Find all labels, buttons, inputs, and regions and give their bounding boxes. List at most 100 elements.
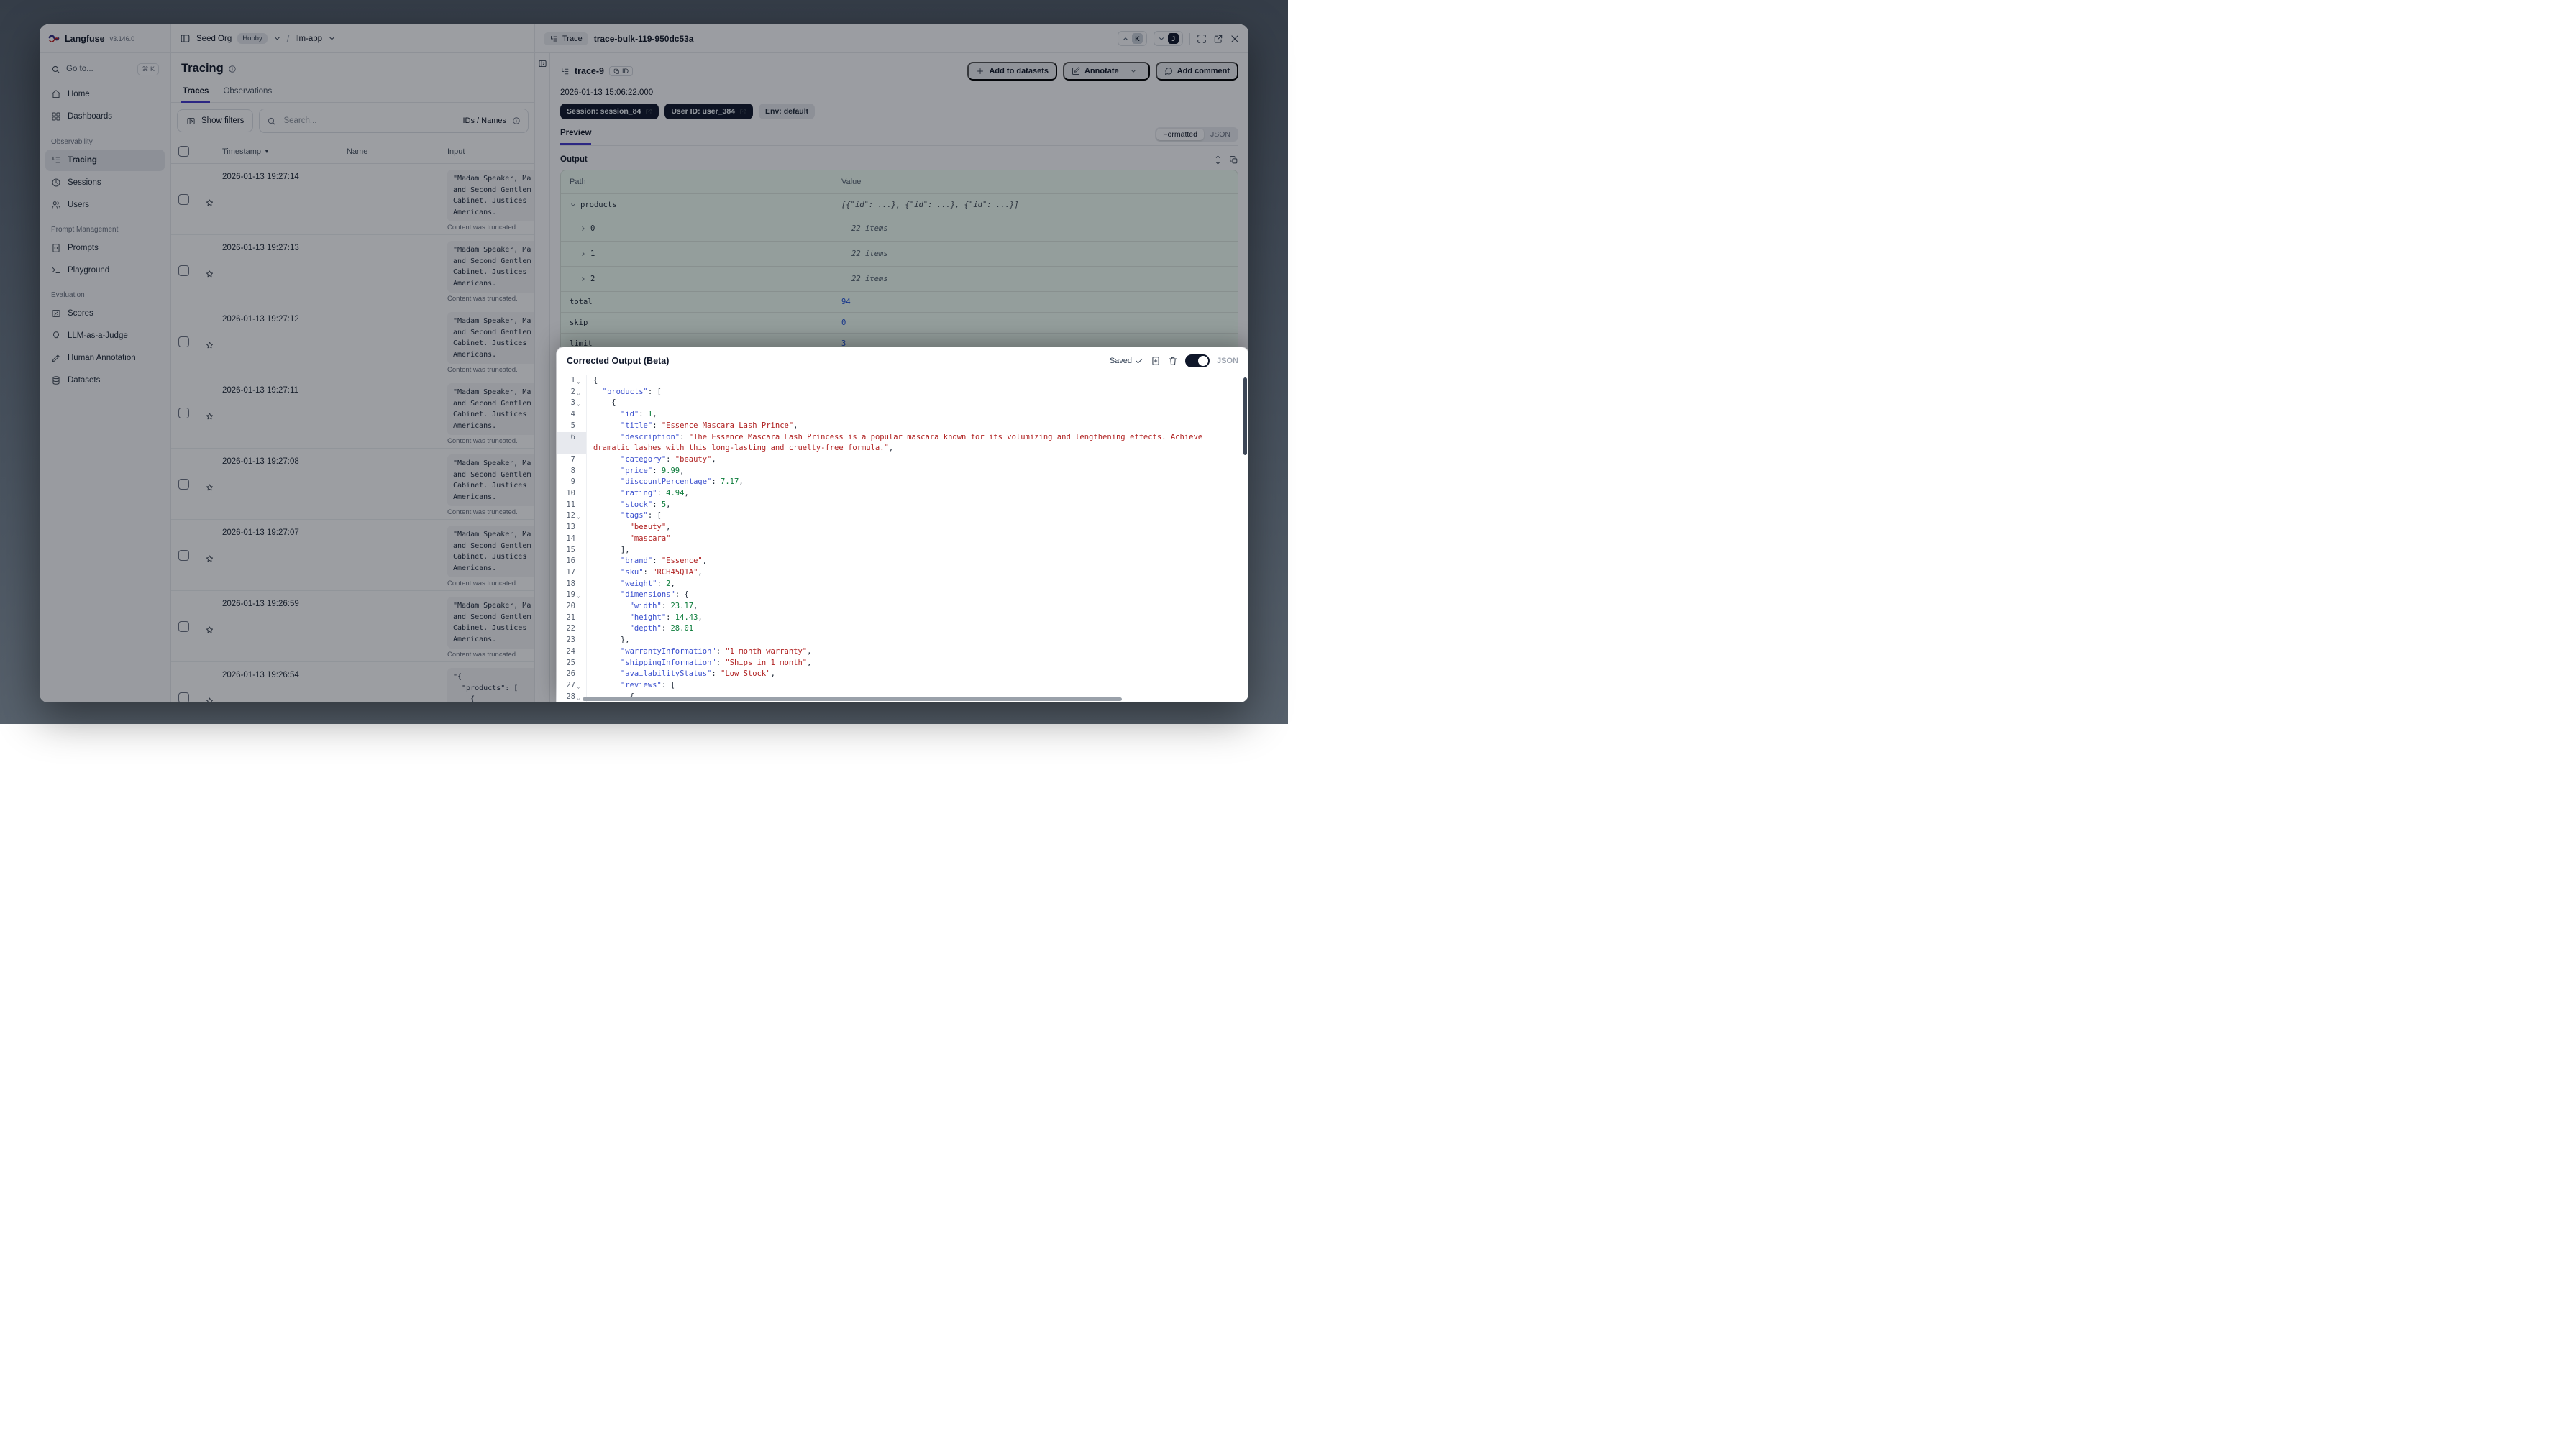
line-number: 1 <box>570 376 575 385</box>
token-k: "availabilityStatus" <box>620 669 712 679</box>
token-p: { <box>611 398 616 408</box>
line-number: 8 <box>570 466 575 475</box>
token-n: 14.43 <box>675 613 698 622</box>
token-k: "tags" <box>620 511 648 521</box>
token-p: : <box>661 602 671 611</box>
line-gutter: 19 ⌄ <box>557 590 587 602</box>
token-p: , <box>807 646 812 656</box>
line-gutter: 10 <box>557 488 587 500</box>
token-n: 9.99 <box>661 466 680 475</box>
line-number: 18 <box>566 579 575 588</box>
trash-icon[interactable] <box>1168 356 1178 366</box>
code-line: 20 "width": 23.17, <box>557 601 1248 613</box>
line-gutter: 14 <box>557 533 587 545</box>
code-line: 14 "mascara" <box>557 533 1248 545</box>
line-gutter: 9 <box>557 477 587 489</box>
line-number: 25 <box>566 658 575 667</box>
code-line: 23}, <box>557 635 1248 646</box>
token-k: "discountPercentage" <box>620 477 712 487</box>
code-line-content: "depth": 28.01 <box>587 623 1248 635</box>
code-line-content: "mascara" <box>587 533 1248 545</box>
line-number: 15 <box>566 545 575 554</box>
line-gutter: 13 <box>557 522 587 533</box>
token-p: : <box>639 410 648 419</box>
code-line-content: "availabilityStatus": "Low Stock", <box>587 669 1248 680</box>
token-k: "depth" <box>629 624 662 633</box>
line-gutter: 28 ⌄ <box>557 691 587 702</box>
code-line-content: "warrantyInformation": "1 month warranty… <box>587 646 1248 658</box>
fold-chevron-icon[interactable]: ⌄ <box>577 692 583 702</box>
fold-chevron-icon[interactable]: ⌄ <box>577 398 583 410</box>
token-p: : <box>657 489 667 498</box>
token-n: 28.01 <box>670 624 694 633</box>
code-line-content: "shippingInformation": "Ships in 1 month… <box>587 658 1248 669</box>
token-p: : <box>711 477 721 487</box>
token-p: , <box>711 454 716 464</box>
token-p: : <box>716 658 726 667</box>
desktop-background: Langfuse v3.146.0 Go to... ⌘ K Home Dashb… <box>0 0 1288 724</box>
token-s: "beauty" <box>629 523 667 532</box>
token-n: 7.17 <box>721 477 739 487</box>
check-icon <box>1135 357 1143 365</box>
token-p: , <box>807 658 812 667</box>
token-p: , <box>793 421 798 430</box>
code-line: 21 "height": 14.43, <box>557 612 1248 624</box>
token-k: "title" <box>620 421 653 430</box>
token-k: "brand" <box>620 556 653 566</box>
code-line-content: "description": "The Essence Mascara Lash… <box>587 432 1248 454</box>
code-line: 2 ⌄ "products": [ <box>557 386 1248 399</box>
fold-chevron-icon[interactable]: ⌄ <box>577 376 583 388</box>
code-line: 11 "stock": 5, <box>557 499 1248 511</box>
token-s: "beauty" <box>675 454 712 464</box>
line-gutter: 7 <box>557 454 587 466</box>
token-p: , <box>666 523 671 532</box>
code-line-content: "title": "Essence Mascara Lash Prince", <box>587 421 1248 432</box>
code-line: 1 ⌄ { <box>557 375 1248 387</box>
fold-chevron-icon[interactable]: ⌄ <box>577 388 583 399</box>
line-gutter: 26 <box>557 669 587 680</box>
code-line-content: "height": 14.43, <box>587 613 1248 624</box>
line-gutter: 11 <box>557 499 587 511</box>
token-k: "reviews" <box>620 680 662 689</box>
code-line: 18 "weight": 2, <box>557 578 1248 590</box>
corrected-output-header: Corrected Output (Beta) Saved JSON <box>557 347 1248 375</box>
token-p: : <box>643 567 653 577</box>
token-k: "price" <box>620 466 653 475</box>
code-line: 5 "title": "Essence Mascara Lash Prince", <box>557 420 1248 432</box>
json-toggle[interactable] <box>1185 354 1210 367</box>
line-gutter: 1 ⌄ <box>557 375 587 387</box>
token-p: : [ <box>647 387 662 396</box>
code-line-content: "tags": [ <box>587 510 1248 522</box>
code-line: 17 "sku": "RCH45Q1A", <box>557 567 1248 579</box>
token-s: "Low Stock" <box>721 669 771 679</box>
line-number: 3 <box>570 398 575 408</box>
fold-chevron-icon[interactable]: ⌄ <box>577 511 583 523</box>
token-p: }, <box>620 636 630 645</box>
token-p: : <box>666 613 675 622</box>
editor-vertical-scrollbar[interactable] <box>1243 377 1247 455</box>
line-gutter: 24 <box>557 646 587 658</box>
code-line-content: "price": 9.99, <box>587 466 1248 477</box>
line-number: 6 <box>570 432 575 441</box>
token-p: , <box>652 410 657 419</box>
token-p: : [ <box>647 511 662 521</box>
line-number: 23 <box>566 636 575 645</box>
fold-chevron-icon[interactable]: ⌄ <box>577 681 583 692</box>
line-number: 13 <box>566 523 575 532</box>
json-code-editor[interactable]: 1 ⌄{2 ⌄ "products": [3 ⌄{4 "id": 1, 5 "title": … <box>557 375 1248 702</box>
line-number: 24 <box>566 646 575 656</box>
file-plus-icon[interactable] <box>1151 356 1161 366</box>
line-number: 7 <box>570 454 575 464</box>
editor-horizontal-scrollbar[interactable] <box>583 697 1123 701</box>
line-gutter: 22 <box>557 623 587 636</box>
code-line: 16 "brand": "Essence", <box>557 556 1248 567</box>
token-s: "1 month warranty" <box>725 646 808 656</box>
fold-chevron-icon[interactable]: ⌄ <box>577 590 583 602</box>
saved-status: Saved <box>1110 357 1143 365</box>
code-line: 7 "category": "beauty", <box>557 454 1248 466</box>
token-p: : <box>666 454 675 464</box>
token-k: "height" <box>629 613 667 622</box>
code-line-content: "brand": "Essence", <box>587 556 1248 567</box>
line-number: 5 <box>570 421 575 430</box>
token-p: : [ <box>661 680 675 689</box>
